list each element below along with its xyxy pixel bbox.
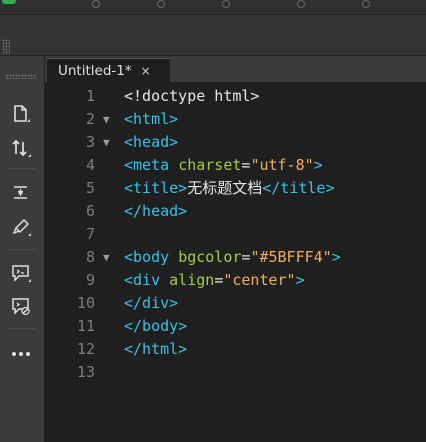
code-token: <html> xyxy=(124,110,179,128)
menu-indicator-icon xyxy=(297,0,305,8)
line-number: 3 xyxy=(85,133,95,151)
code-token: bgcolor xyxy=(178,248,242,266)
fold-arrow-icon[interactable]: ▼ xyxy=(103,246,110,269)
code-token: </title> xyxy=(262,179,335,197)
toolbar-grip[interactable] xyxy=(2,39,10,55)
line-number: 9 xyxy=(85,271,95,289)
fold-arrow-icon[interactable]: ▼ xyxy=(103,131,110,154)
menu-indicator-icon xyxy=(92,0,100,8)
app-logo-icon xyxy=(2,0,16,4)
code-text: </head> xyxy=(124,200,187,223)
coding-toolbar xyxy=(0,56,45,442)
code-token: <!doctype html> xyxy=(124,87,260,105)
remove-comment-icon[interactable] xyxy=(10,295,32,317)
code-line[interactable]: 2 ▼ <html> xyxy=(45,108,426,131)
code-token: <body xyxy=(124,248,179,266)
code-token: <div xyxy=(124,271,170,289)
code-line[interactable]: 9 <div align="center"> xyxy=(45,269,426,292)
toolbar xyxy=(0,15,426,56)
toolbar-divider xyxy=(8,249,36,250)
code-token: charset xyxy=(178,156,242,174)
code-text: <div align="center"> xyxy=(124,269,305,292)
code-line[interactable]: 13 xyxy=(45,361,426,384)
line-number: 7 xyxy=(85,225,95,243)
code-token: "center" xyxy=(223,271,296,289)
code-token: > xyxy=(295,271,305,289)
code-editor[interactable]: 1 <!doctype html> 2 ▼ <html> 3 ▼ <head> 4 <meta c… xyxy=(45,82,426,442)
code-line[interactable]: 8 ▼ <body bgcolor="#5BFFF4"> xyxy=(45,246,426,269)
code-token: "utf-8" xyxy=(250,156,314,174)
code-line[interactable]: 7 xyxy=(45,223,426,246)
code-line[interactable]: 10 </div> xyxy=(45,292,426,315)
code-token: align xyxy=(169,271,215,289)
line-number: 5 xyxy=(85,179,95,197)
code-text: </div> xyxy=(124,292,178,315)
menu-bar xyxy=(0,0,426,15)
sort-icon[interactable] xyxy=(10,137,32,159)
format-brush-icon[interactable] xyxy=(10,216,32,238)
code-line[interactable]: 12 </html> xyxy=(45,338,426,361)
code-line[interactable]: 11 </body> xyxy=(45,315,426,338)
code-token: <meta xyxy=(124,156,179,174)
tab-untitled-1[interactable]: Untitled-1* × xyxy=(47,58,170,83)
code-token: > xyxy=(313,156,323,174)
code-text: <html> xyxy=(124,108,178,131)
tab-label: Untitled-1* xyxy=(58,63,132,79)
code-token: </head> xyxy=(124,202,188,220)
code-text: </body> xyxy=(124,315,187,338)
menu-indicator-icon xyxy=(362,0,370,8)
line-number: 4 xyxy=(85,156,95,174)
code-text: <head> xyxy=(124,131,178,154)
code-text: <title>无标题文档</title> xyxy=(124,177,334,200)
code-token: </html> xyxy=(124,340,188,358)
code-token: 无标题文档 xyxy=(187,179,263,197)
code-text: </html> xyxy=(124,338,187,361)
code-token: <title> xyxy=(124,179,188,197)
line-number: 1 xyxy=(85,87,95,105)
document-tab-bar: Untitled-1* × xyxy=(45,56,426,83)
menu-indicator-icon xyxy=(157,0,165,8)
line-number: 11 xyxy=(76,317,95,335)
code-token: </body> xyxy=(124,317,188,335)
code-text: <!doctype html> xyxy=(124,85,259,108)
code-token: "#5BFFF4" xyxy=(250,248,332,266)
file-icon[interactable] xyxy=(10,103,32,125)
toolbar-divider xyxy=(8,328,36,329)
more-icon[interactable] xyxy=(10,343,32,365)
code-line[interactable]: 1 <!doctype html> xyxy=(45,85,426,108)
code-token: </div> xyxy=(124,294,179,312)
line-number: 6 xyxy=(85,202,95,220)
line-number: 10 xyxy=(76,294,95,312)
code-token: = xyxy=(214,271,224,289)
comment-icon[interactable] xyxy=(10,262,32,284)
menu-indicator-icon xyxy=(222,0,230,8)
code-token: <head> xyxy=(124,133,179,151)
line-number: 2 xyxy=(85,110,95,128)
code-line[interactable]: 4 <meta charset="utf-8"> xyxy=(45,154,426,177)
close-tab-icon[interactable]: × xyxy=(141,64,151,78)
code-text: <body bgcolor="#5BFFF4"> xyxy=(124,246,341,269)
line-number: 13 xyxy=(76,363,95,381)
line-number: 12 xyxy=(76,340,95,358)
expand-collapse-icon[interactable] xyxy=(10,182,32,204)
fold-arrow-icon[interactable]: ▼ xyxy=(103,108,110,131)
toolbar-divider xyxy=(8,168,36,169)
code-line[interactable]: 5 <title>无标题文档</title> xyxy=(45,177,426,200)
code-line[interactable]: 3 ▼ <head> xyxy=(45,131,426,154)
code-line[interactable]: 6 </head> xyxy=(45,200,426,223)
code-token: > xyxy=(331,248,341,266)
line-number: 8 xyxy=(85,248,95,266)
coding-toolbar-grip[interactable] xyxy=(6,74,36,79)
code-text: <meta charset="utf-8"> xyxy=(124,154,323,177)
